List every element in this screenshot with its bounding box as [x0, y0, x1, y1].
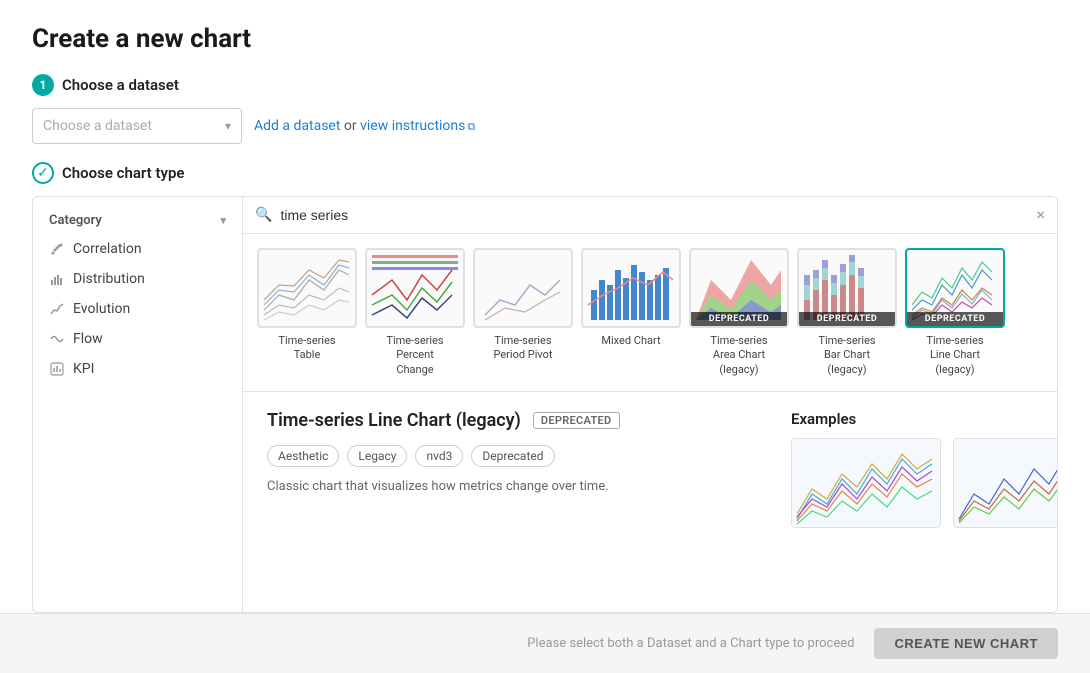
- chart-thumb-time-series-table: [257, 248, 357, 328]
- sidebar-item-correlation[interactable]: Correlation: [33, 234, 242, 264]
- distribution-icon: [49, 271, 65, 287]
- sidebar-item-kpi-label: KPI: [73, 361, 94, 377]
- chart-card-time-series-line[interactable]: DEPRECATED Time-seriesLine Chart(legacy): [905, 248, 1005, 377]
- example-thumb-2: [953, 438, 1057, 528]
- add-dataset-link[interactable]: Add a dataset: [254, 118, 340, 134]
- detail-left: Time-series Line Chart (legacy) DEPRECAT…: [267, 410, 767, 528]
- chart-thumb-time-series-area: DEPRECATED: [689, 248, 789, 328]
- examples-grid: [791, 438, 1057, 528]
- example-thumb-1: [791, 438, 941, 528]
- chart-thumb-time-series-bar: DEPRECATED: [797, 248, 897, 328]
- sidebar-item-evolution[interactable]: Evolution: [33, 294, 242, 324]
- sidebar-item-correlation-label: Correlation: [73, 241, 142, 257]
- dataset-links: Add a dataset or view instructions⧉: [254, 118, 475, 134]
- page-title: Create a new chart: [32, 24, 1058, 54]
- create-new-chart-button[interactable]: CREATE NEW CHART: [874, 628, 1058, 659]
- search-bar: 🔍 ×: [243, 197, 1057, 234]
- chart-card-name: Time-seriesLine Chart(legacy): [926, 334, 983, 377]
- chart-card-time-series-period[interactable]: Time-seriesPeriod Pivot: [473, 248, 573, 377]
- category-panel: Category ▾ Correlation Distribution: [33, 197, 243, 612]
- step-charttype-row: ✓ Choose chart type: [32, 162, 1058, 184]
- sidebar-item-kpi[interactable]: KPI: [33, 354, 242, 384]
- sidebar-item-distribution[interactable]: Distribution: [33, 264, 242, 294]
- chart-card-name: Time-seriesTable: [278, 334, 335, 363]
- chart-card-name: Time-seriesBar Chart(legacy): [818, 334, 875, 377]
- chart-thumb-mixed: [581, 248, 681, 328]
- charts-grid: Time-seriesTable: [243, 234, 1057, 391]
- step-check-icon: ✓: [32, 162, 54, 184]
- chart-thumb-time-series-percent: [365, 248, 465, 328]
- chart-thumb-time-series-line: DEPRECATED: [905, 248, 1005, 328]
- detail-header: Time-series Line Chart (legacy) DEPRECAT…: [267, 410, 767, 431]
- footer-bar: Please select both a Dataset and a Chart…: [0, 613, 1090, 673]
- chart-card-name: Mixed Chart: [601, 334, 660, 348]
- external-link-icon: ⧉: [467, 120, 475, 133]
- sidebar-item-flow[interactable]: Flow: [33, 324, 242, 354]
- chart-card-time-series-area[interactable]: DEPRECATED Time-seriesArea Chart(legacy): [689, 248, 789, 377]
- sidebar-item-distribution-label: Distribution: [73, 271, 145, 287]
- tag-deprecated[interactable]: Deprecated: [471, 445, 554, 467]
- detail-tags: Aesthetic Legacy nvd3 Deprecated: [267, 445, 767, 467]
- detail-title: Time-series Line Chart (legacy): [267, 410, 521, 431]
- deprecated-badge: DEPRECATED: [691, 312, 787, 326]
- tag-legacy[interactable]: Legacy: [347, 445, 407, 467]
- step-2-label: Choose chart type: [62, 164, 184, 182]
- category-label: Category: [49, 213, 102, 228]
- step-dataset-row: 1 Choose a dataset: [32, 74, 1058, 96]
- dataset-row: Choose a dataset ▾ Add a dataset or view…: [32, 108, 1058, 144]
- search-icon: 🔍: [255, 207, 272, 223]
- chevron-down-icon: ▾: [225, 119, 231, 133]
- chart-card-name: Time-seriesPercentChange: [386, 334, 443, 377]
- examples-title: Examples: [791, 410, 1057, 428]
- chart-type-inner: Category ▾ Correlation Distribution: [33, 197, 1057, 612]
- step-1-label: Choose a dataset: [62, 76, 179, 94]
- chart-card-time-series-bar[interactable]: DEPRECATED Time-seriesBar Chart(legacy): [797, 248, 897, 377]
- tag-nvd3[interactable]: nvd3: [415, 445, 463, 467]
- sidebar-item-flow-label: Flow: [73, 331, 103, 347]
- evolution-icon: [49, 301, 65, 317]
- detail-body: Time-series Line Chart (legacy) DEPRECAT…: [267, 410, 1033, 528]
- examples-section: Examples: [791, 410, 1057, 528]
- chevron-down-icon: ▾: [220, 214, 226, 227]
- correlation-icon: [49, 241, 65, 257]
- chart-thumb-time-series-period: [473, 248, 573, 328]
- deprecated-badge: DEPRECATED: [907, 312, 1003, 326]
- chart-card-time-series-percent[interactable]: Time-seriesPercentChange: [365, 248, 465, 377]
- detail-description: Classic chart that visualizes how metric…: [267, 479, 767, 494]
- chart-type-section: Category ▾ Correlation Distribution: [32, 196, 1058, 613]
- deprecated-tag: DEPRECATED: [533, 412, 620, 429]
- charts-panel: 🔍 ×: [243, 197, 1057, 612]
- close-icon[interactable]: ×: [1036, 207, 1045, 223]
- chart-card-name: Time-seriesArea Chart(legacy): [710, 334, 767, 377]
- chart-card-mixed[interactable]: Mixed Chart: [581, 248, 681, 377]
- tag-aesthetic[interactable]: Aesthetic: [267, 445, 339, 467]
- footer-hint: Please select both a Dataset and a Chart…: [527, 636, 854, 651]
- chart-card-time-series-table[interactable]: Time-seriesTable: [257, 248, 357, 377]
- detail-right: Examples: [791, 410, 1057, 528]
- dataset-select[interactable]: Choose a dataset ▾: [32, 108, 242, 144]
- category-header[interactable]: Category ▾: [33, 207, 242, 234]
- sidebar-item-evolution-label: Evolution: [73, 301, 130, 317]
- chart-card-name: Time-seriesPeriod Pivot: [493, 334, 552, 363]
- deprecated-badge: DEPRECATED: [799, 312, 895, 326]
- search-input[interactable]: [280, 207, 1028, 223]
- dataset-select-placeholder: Choose a dataset: [43, 118, 152, 134]
- flow-icon: [49, 331, 65, 347]
- kpi-icon: [49, 361, 65, 377]
- detail-panel: Time-series Line Chart (legacy) DEPRECAT…: [243, 391, 1057, 546]
- step-1-badge: 1: [32, 74, 54, 96]
- view-instructions-link[interactable]: view instructions⧉: [360, 118, 475, 134]
